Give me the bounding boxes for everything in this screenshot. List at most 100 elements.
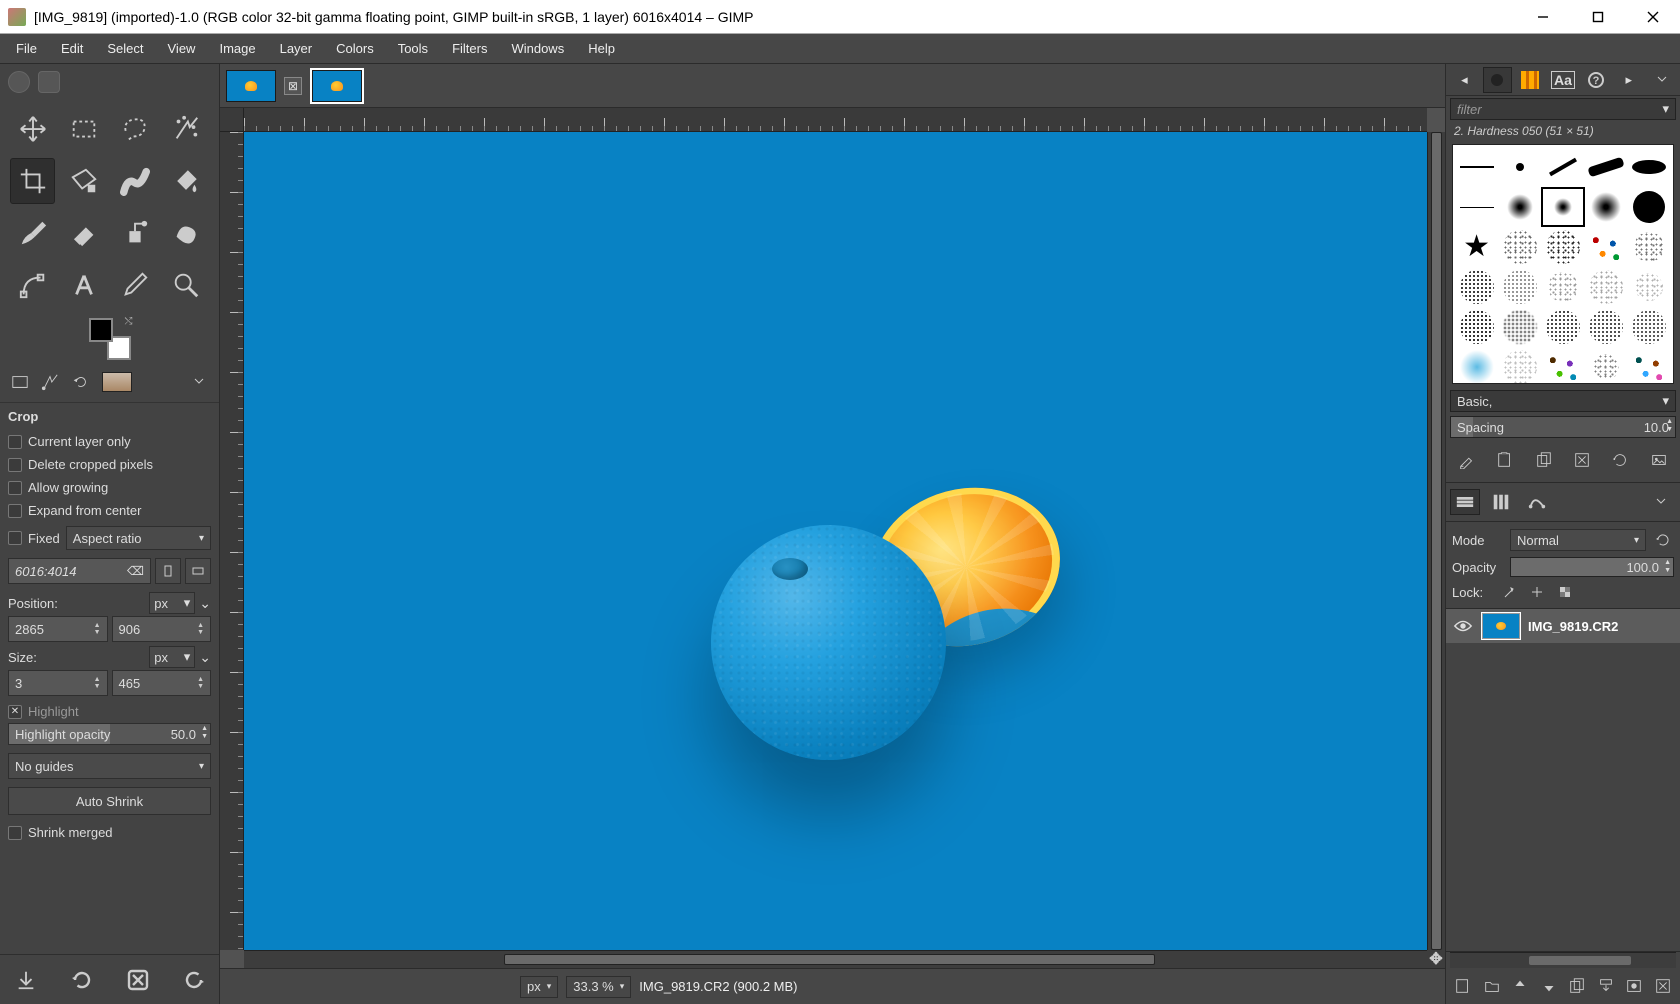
- warp-tool[interactable]: [113, 158, 158, 204]
- move-tool[interactable]: [10, 106, 55, 152]
- brush-filter-input[interactable]: filter ▾: [1450, 98, 1676, 120]
- brush-preset[interactable]: [1628, 267, 1671, 307]
- device-status-tab[interactable]: [38, 370, 62, 394]
- brush-preset[interactable]: [1455, 267, 1498, 307]
- fuzzy-select-tool[interactable]: [164, 106, 209, 152]
- highlight-checkbox[interactable]: [8, 705, 22, 719]
- text-tool[interactable]: [61, 262, 106, 308]
- highlight-opacity-slider[interactable]: Highlight opacity 50.0 ▲▼: [8, 723, 211, 745]
- layers-configure-icon[interactable]: [1646, 489, 1676, 515]
- window-close-button[interactable]: [1625, 0, 1680, 33]
- brush-preset[interactable]: [1585, 187, 1628, 227]
- eraser-tool[interactable]: [61, 210, 106, 256]
- crop-tool[interactable]: [10, 158, 55, 204]
- lock-alpha-icon[interactable]: [1554, 583, 1576, 601]
- save-tool-preset-icon[interactable]: [9, 963, 43, 997]
- undo-history-tab[interactable]: [68, 370, 92, 394]
- menu-filters[interactable]: Filters: [440, 37, 499, 60]
- free-select-tool[interactable]: [113, 106, 158, 152]
- smudge-tool[interactable]: [164, 210, 209, 256]
- close-tab-icon[interactable]: ⊠: [284, 77, 302, 95]
- horizontal-ruler[interactable]: [244, 108, 1427, 132]
- brush-preset[interactable]: [1498, 307, 1541, 347]
- size-h-field[interactable]: 465▲▼: [112, 670, 212, 696]
- menu-image[interactable]: Image: [207, 37, 267, 60]
- new-layer-group-icon[interactable]: [1479, 972, 1506, 1000]
- menu-windows[interactable]: Windows: [499, 37, 576, 60]
- brush-preset-mode-dropdown[interactable]: Basic,▾: [1450, 390, 1676, 412]
- brush-preset[interactable]: [1585, 147, 1628, 187]
- brush-preset[interactable]: [1541, 227, 1584, 267]
- mode-reset-icon[interactable]: [1652, 531, 1674, 549]
- help-tab[interactable]: ?: [1581, 67, 1610, 93]
- brush-preset[interactable]: [1585, 227, 1628, 267]
- portrait-button[interactable]: [155, 558, 181, 584]
- menu-help[interactable]: Help: [576, 37, 627, 60]
- raise-layer-icon[interactable]: [1507, 972, 1534, 1000]
- clone-tool[interactable]: [113, 210, 158, 256]
- menu-colors[interactable]: Colors: [324, 37, 386, 60]
- menu-select[interactable]: Select: [95, 37, 155, 60]
- navigation-icon[interactable]: ✥: [1427, 950, 1445, 968]
- delete-tool-preset-icon[interactable]: [121, 963, 155, 997]
- duplicate-brush-icon[interactable]: [1527, 446, 1561, 474]
- position-y-field[interactable]: 906▲▼: [112, 616, 212, 642]
- zoom-tool[interactable]: [164, 262, 209, 308]
- brush-preset[interactable]: [1498, 347, 1541, 384]
- swap-colors-icon[interactable]: ⤭: [125, 316, 133, 327]
- shrink-merged-checkbox[interactable]: [8, 826, 22, 840]
- delete-brush-icon[interactable]: [1565, 446, 1599, 474]
- brush-preset[interactable]: [1628, 347, 1671, 384]
- new-brush-icon[interactable]: [1488, 446, 1522, 474]
- vertical-ruler[interactable]: [220, 132, 244, 950]
- foreground-color-swatch[interactable]: [89, 318, 113, 342]
- open-as-image-icon[interactable]: [1642, 446, 1676, 474]
- bucket-fill-tool[interactable]: [164, 158, 209, 204]
- size-unit-dropdown[interactable]: px▾: [149, 646, 195, 668]
- landscape-button[interactable]: [185, 558, 211, 584]
- brush-preset[interactable]: [1541, 347, 1584, 384]
- brush-preset[interactable]: [1628, 307, 1671, 347]
- brush-preset[interactable]: [1541, 147, 1584, 187]
- paths-tool[interactable]: [10, 262, 55, 308]
- brush-preset[interactable]: [1455, 347, 1498, 384]
- color-picker-tool[interactable]: [113, 262, 158, 308]
- size-w-field[interactable]: 3▲▼: [8, 670, 108, 696]
- brush-preset[interactable]: [1498, 147, 1541, 187]
- images-tab[interactable]: [102, 372, 132, 392]
- lower-layer-icon[interactable]: [1536, 972, 1563, 1000]
- restore-tool-preset-icon[interactable]: [65, 963, 99, 997]
- menu-view[interactable]: View: [156, 37, 208, 60]
- dock-configure-icon[interactable]: [1647, 67, 1676, 93]
- document-tab-1[interactable]: ⊠: [226, 69, 302, 103]
- brush-preset[interactable]: [1541, 307, 1584, 347]
- menu-tools[interactable]: Tools: [386, 37, 440, 60]
- rect-select-tool[interactable]: [61, 106, 106, 152]
- expand-center-checkbox[interactable]: [8, 504, 22, 518]
- layers-hscroll[interactable]: [1450, 952, 1676, 968]
- reset-tool-preset-icon[interactable]: [177, 963, 211, 997]
- vertical-scrollbar[interactable]: [1427, 132, 1445, 950]
- auto-shrink-button[interactable]: Auto Shrink: [8, 787, 211, 815]
- fonts-tab[interactable]: Aa: [1549, 67, 1578, 93]
- brush-preset[interactable]: [1455, 307, 1498, 347]
- brush-preset[interactable]: [1498, 187, 1541, 227]
- unified-transform-tool[interactable]: [61, 158, 106, 204]
- brush-preset[interactable]: [1585, 267, 1628, 307]
- lock-position-icon[interactable]: [1526, 583, 1548, 601]
- opacity-slider[interactable]: 100.0 ▲▼: [1510, 557, 1674, 577]
- brush-preset[interactable]: [1628, 227, 1671, 267]
- brush-grid[interactable]: ★: [1452, 144, 1674, 384]
- ruler-corner[interactable]: [220, 108, 244, 132]
- brush-preset[interactable]: ★: [1455, 227, 1498, 267]
- position-unit-dropdown[interactable]: px▾: [149, 592, 195, 614]
- brush-preset-selected[interactable]: [1541, 187, 1584, 227]
- statusbar-unit-dropdown[interactable]: px▾: [520, 976, 558, 998]
- allow-growing-checkbox[interactable]: [8, 481, 22, 495]
- brush-preset[interactable]: [1628, 187, 1671, 227]
- layer-visibility-icon[interactable]: [1452, 615, 1474, 637]
- layer-name[interactable]: IMG_9819.CR2: [1528, 619, 1674, 634]
- brush-preset[interactable]: [1585, 347, 1628, 384]
- tool-options-tab[interactable]: [8, 370, 32, 394]
- patterns-tab[interactable]: [1516, 67, 1545, 93]
